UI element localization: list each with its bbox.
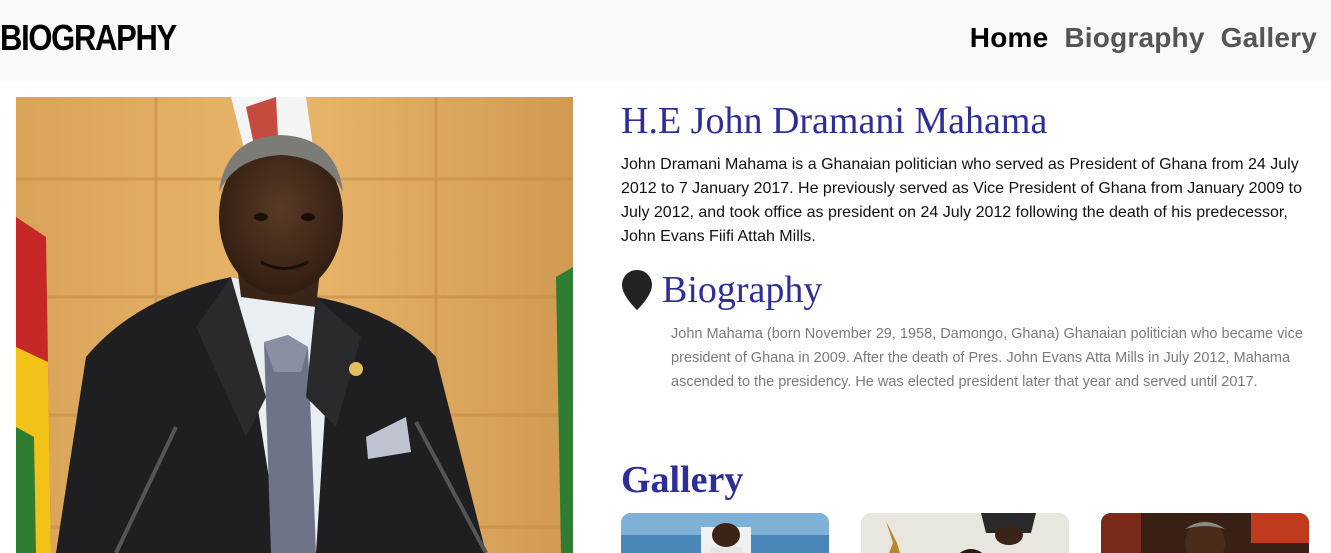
gallery-image-2[interactable]: [861, 513, 1069, 553]
gallery-title: Gallery: [621, 459, 744, 501]
nav-links: Home Biography Gallery: [970, 20, 1317, 56]
map-pin-icon: [622, 270, 652, 310]
page-title: H.E John Dramani Mahama: [621, 100, 1048, 142]
navbar: BIOGRAPHY Home Biography Gallery: [0, 0, 1331, 81]
nav-link-home[interactable]: Home: [970, 20, 1049, 56]
gallery-image-3[interactable]: [1101, 513, 1309, 553]
intro-paragraph: John Dramani Mahama is a Ghanaian politi…: [621, 156, 1302, 245]
gallery-image-1[interactable]: [621, 513, 829, 553]
biography-title: Biography: [662, 269, 823, 311]
biography-text: John Mahama (born November 29, 1958, Dam…: [671, 326, 1303, 390]
biography-section-header: Biography: [621, 267, 1311, 313]
portrait-photo: [16, 97, 573, 553]
nav-link-biography[interactable]: Biography: [1064, 20, 1204, 56]
main-content: H.E John Dramani Mahama John Dramani Mah…: [621, 97, 1311, 394]
gallery: [621, 513, 1309, 553]
nav-link-gallery[interactable]: Gallery: [1221, 20, 1317, 56]
brand-logo[interactable]: BIOGRAPHY: [0, 18, 177, 58]
